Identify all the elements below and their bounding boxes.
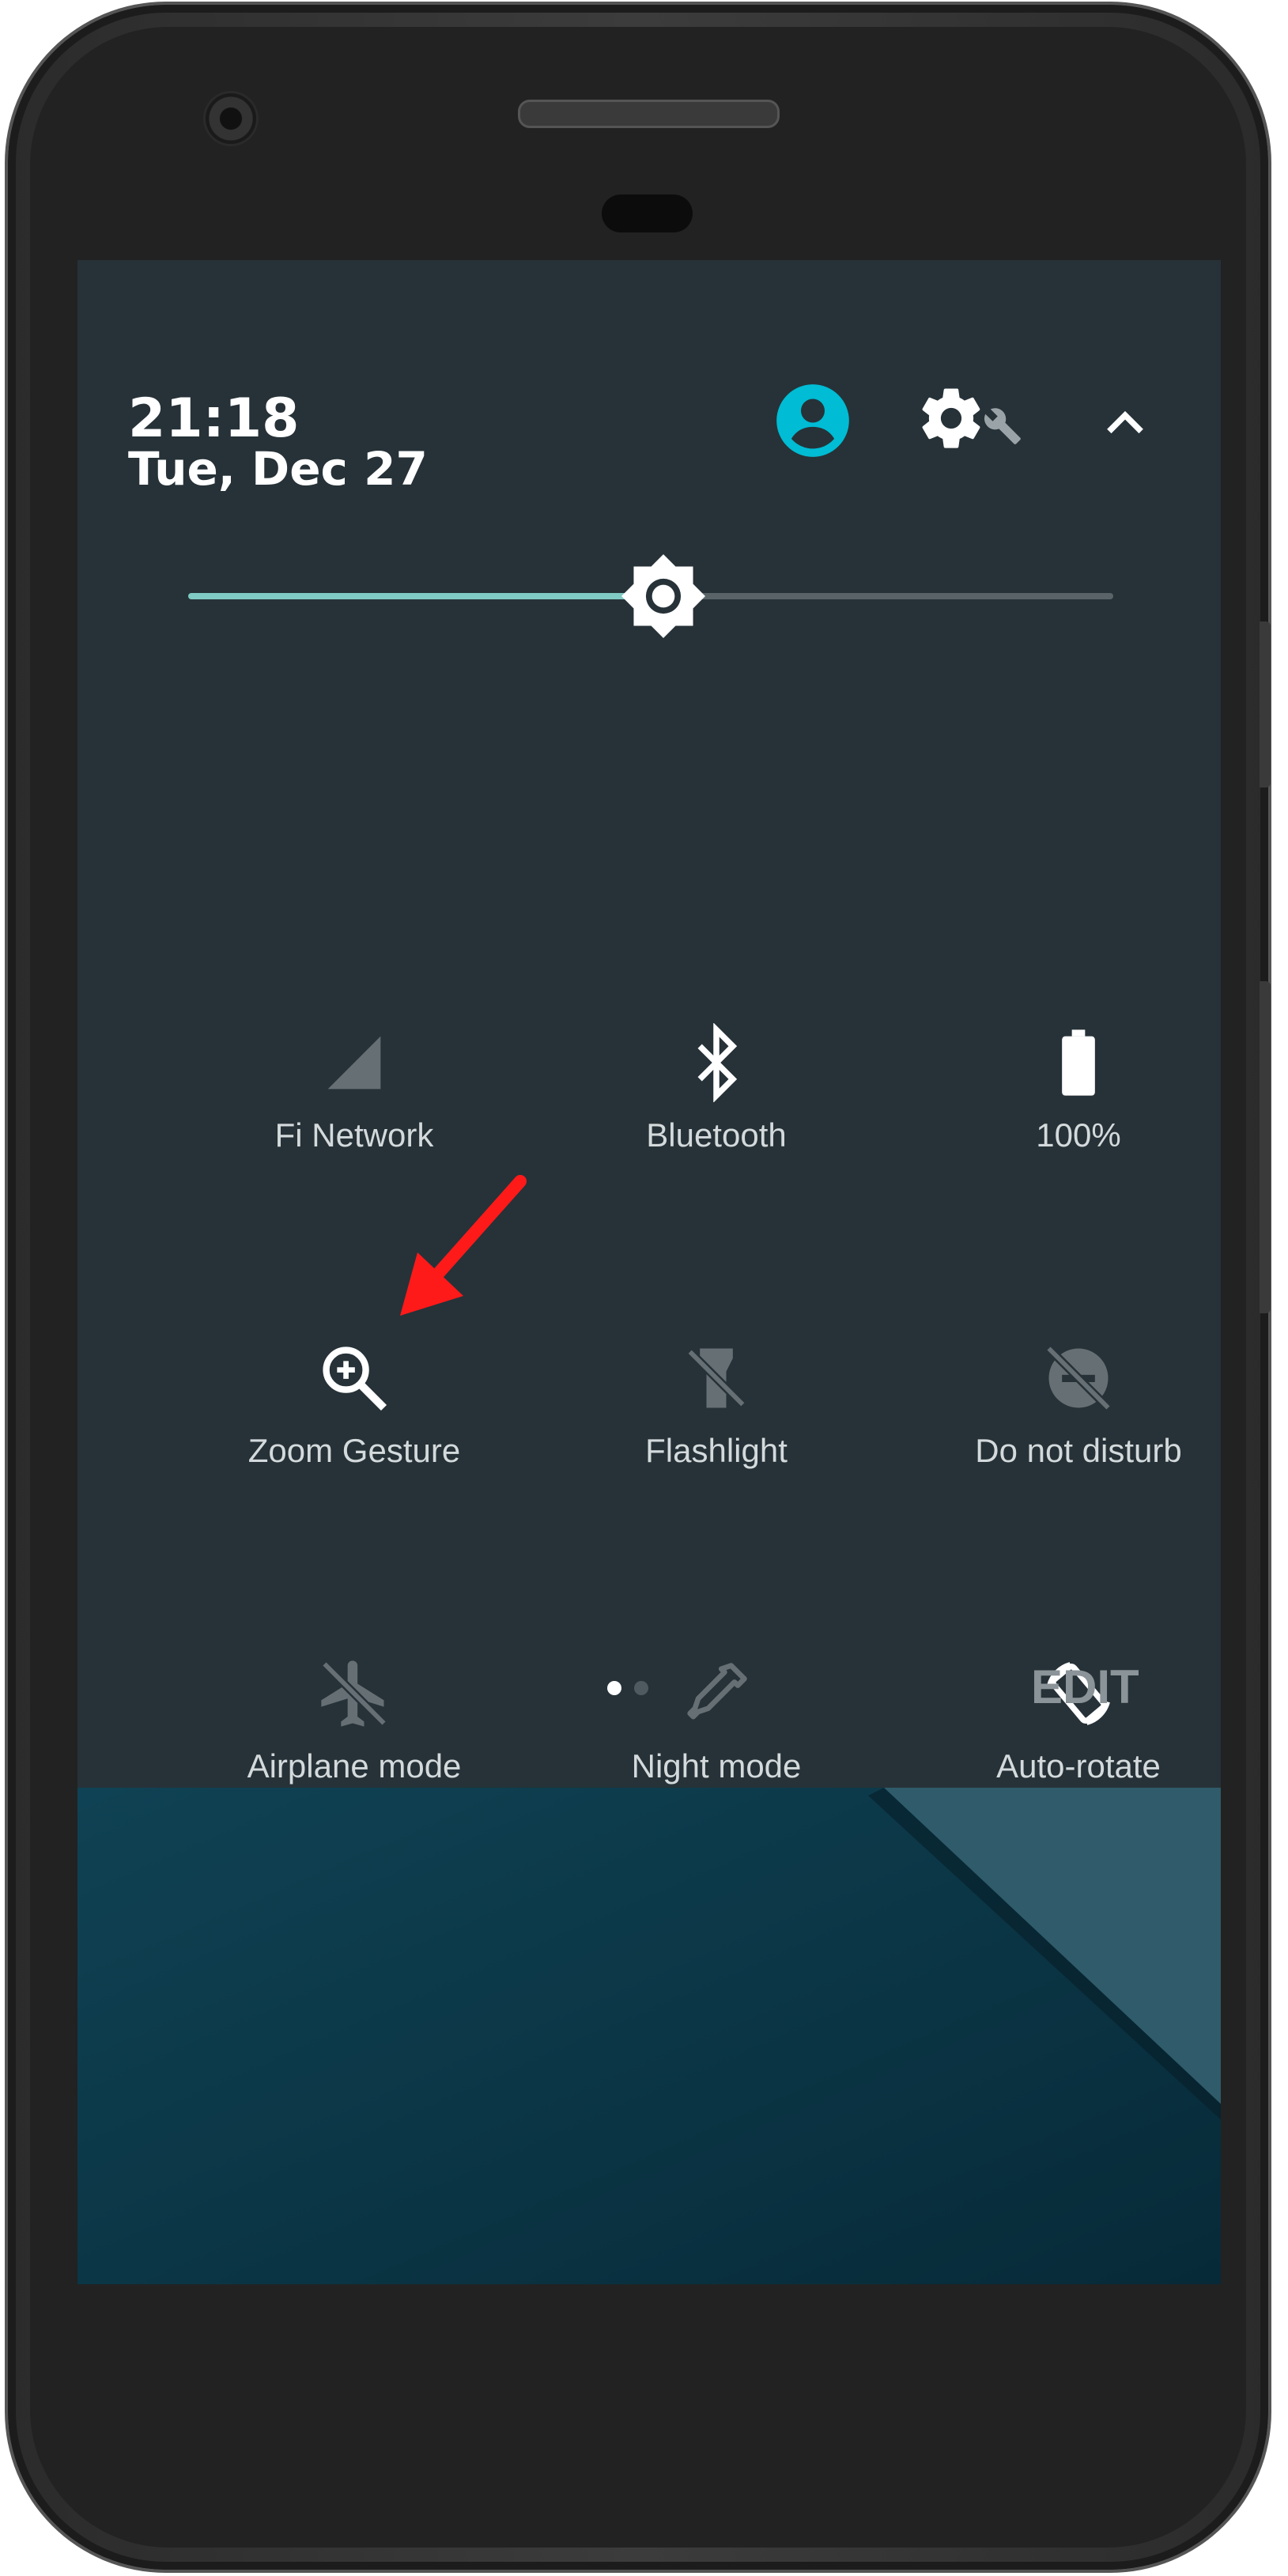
tile-bluetooth[interactable]: Bluetooth (542, 1023, 890, 1229)
page-dot-active (607, 1681, 621, 1695)
night-mode-icon (687, 1663, 747, 1720)
tile-zoom-gesture[interactable]: Zoom Gesture (180, 1339, 528, 1544)
edit-button[interactable]: EDIT (1031, 1660, 1139, 1714)
brightness-thumb-icon[interactable] (621, 554, 705, 638)
page-dot (634, 1681, 648, 1695)
screen: 21:18 Tue, Dec 27 Fi Network Bluetooth 1… (77, 260, 1221, 2284)
earpiece-speaker (518, 100, 780, 128)
do-not-disturb-off-icon (1045, 1345, 1112, 1411)
tile-flashlight[interactable]: Flashlight (542, 1339, 890, 1544)
signal-icon (327, 1036, 381, 1090)
bluetooth-icon (697, 1023, 738, 1102)
flashlight-off-icon (686, 1348, 746, 1408)
tile-label: Zoom Gesture (247, 1432, 461, 1469)
front-camera (206, 93, 256, 144)
airplane-off-icon (321, 1660, 387, 1727)
tile-label: Auto-rotate (996, 1747, 1161, 1785)
tile-label: Night mode (631, 1747, 802, 1785)
account-icon[interactable] (773, 381, 852, 460)
proximity-sensor (602, 195, 693, 232)
wallpaper-graphic (77, 1788, 1221, 2284)
battery-icon (1062, 1029, 1095, 1096)
tile-label: 100% (1036, 1116, 1121, 1154)
brightness-track-filled (188, 593, 663, 599)
tile-label: Bluetooth (646, 1116, 787, 1154)
clock: 21:18 (128, 387, 300, 450)
zoom-in-icon (323, 1347, 387, 1411)
date: Tue, Dec 27 (128, 442, 428, 496)
tile-do-not-disturb[interactable]: Do not disturb (905, 1339, 1221, 1544)
settings-icon[interactable] (916, 383, 987, 454)
volume-button (1260, 621, 1271, 788)
quick-settings-panel: 21:18 Tue, Dec 27 Fi Network Bluetooth 1… (77, 260, 1221, 1788)
collapse-chevron-icon[interactable] (1097, 395, 1153, 450)
tile-label: Fi Network (274, 1116, 434, 1154)
annotation-arrow-icon (400, 1175, 527, 1316)
brightness-track-empty (663, 593, 1113, 599)
wrench-icon (984, 408, 1021, 444)
wallpaper (77, 1788, 1221, 2284)
tile-label: Do not disturb (975, 1432, 1182, 1469)
tile-label: Flashlight (645, 1432, 788, 1469)
power-button (1260, 981, 1271, 1313)
tile-label: Airplane mode (247, 1747, 462, 1785)
phone-frame: 21:18 Tue, Dec 27 Fi Network Bluetooth 1… (8, 5, 1271, 2570)
tile-battery[interactable]: 100% (905, 1023, 1221, 1229)
